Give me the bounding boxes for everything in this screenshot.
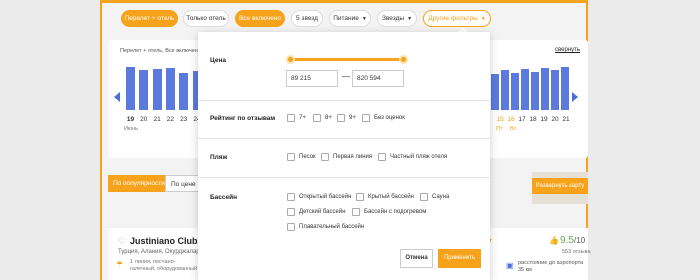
- heart-icon[interactable]: ♡: [118, 236, 126, 247]
- rating-9-label: 9+: [349, 115, 356, 121]
- rating-8-checkbox[interactable]: [313, 114, 321, 122]
- rating-section-title: Рейтинг по отзывам: [210, 115, 276, 122]
- pool-section-title: Бассейн: [210, 194, 238, 201]
- pill-5-stars[interactable]: 5 звезд: [291, 10, 323, 27]
- divider: [198, 100, 490, 101]
- price-slider-min-handle[interactable]: [286, 55, 295, 64]
- calendar-prev-arrow-icon[interactable]: [114, 92, 120, 102]
- calendar-bar[interactable]: [561, 66, 569, 110]
- beach-sand-checkbox[interactable]: [287, 153, 295, 161]
- thumbs-up-icon: 👍: [549, 236, 559, 245]
- pool-outdoor-label: Открытый бассейн: [299, 194, 352, 200]
- calendar-bar[interactable]: [165, 68, 175, 110]
- bus-icon: ▣: [506, 261, 514, 270]
- beach-sand-label: Песок: [299, 154, 316, 160]
- calendar-day[interactable]: 21: [560, 116, 572, 123]
- hotel-rating: 9.5/10: [560, 235, 585, 246]
- hotel-beach-info: 1 линия, песчано-галечный, оборудованный: [130, 259, 198, 272]
- sauna-checkbox[interactable]: [420, 193, 428, 201]
- calendar-bar[interactable]: [531, 71, 539, 110]
- price-max-input[interactable]: 820 594: [352, 70, 404, 87]
- calendar-weekday-fri: Пт: [496, 126, 503, 132]
- pill-flight-hotel[interactable]: Перелет + отель: [121, 10, 178, 27]
- apply-button[interactable]: Применить: [438, 249, 481, 268]
- calendar-day[interactable]: 21: [151, 116, 163, 123]
- pool-indoor-checkbox[interactable]: [356, 193, 364, 201]
- rating-none-label: Без оценок: [374, 115, 405, 121]
- calendar-bar[interactable]: [152, 69, 162, 110]
- umbrella-icon: ☂: [116, 260, 124, 269]
- hotel-airport-distance: расстояние до аэропорта 35 км: [518, 260, 584, 273]
- beach-first-line-label: Первая линия: [333, 154, 373, 160]
- pool-swimming-label: Плавательный бассейн: [299, 224, 365, 230]
- pill-all-inclusive[interactable]: Все включено: [235, 10, 285, 27]
- calendar-bar[interactable]: [501, 70, 509, 110]
- calendar-bar[interactable]: [541, 68, 549, 110]
- divider: [198, 177, 490, 178]
- pool-indoor-label: Крытый бассейн: [368, 194, 414, 200]
- price-range-dash: —: [342, 72, 350, 81]
- chevron-down-icon: ▼: [407, 16, 413, 22]
- rating-7-checkbox[interactable]: [287, 114, 295, 122]
- calendar-bar[interactable]: [521, 69, 529, 110]
- divider: [198, 138, 490, 139]
- pill-stars[interactable]: Звезды ▼: [377, 10, 417, 27]
- pill-meals[interactable]: Питание ▼: [329, 10, 371, 27]
- calendar-bar[interactable]: [179, 72, 189, 110]
- pill-meals-label: Питание: [333, 15, 359, 22]
- cancel-button[interactable]: Отмена: [400, 249, 433, 268]
- hotel-reviews[interactable]: 553 отзыва: [562, 249, 591, 255]
- sauna-label: Сауна: [432, 194, 450, 200]
- calendar-bar[interactable]: [511, 72, 519, 110]
- pool-outdoor-checkbox[interactable]: [287, 193, 295, 201]
- rating-7-label: 7+: [299, 115, 306, 121]
- calendar-bar[interactable]: [551, 70, 559, 110]
- rating-8-label: 8+: [325, 115, 332, 121]
- calendar-header-text: Перелет + отель, Все включено: [120, 48, 201, 54]
- top-accent-bar: [100, 0, 588, 3]
- rating-value: 9.5: [560, 235, 574, 246]
- pool-swimming-checkbox[interactable]: [287, 223, 295, 231]
- pool-kids-checkbox[interactable]: [287, 208, 295, 216]
- pill-stars-label: Звезды: [381, 15, 405, 22]
- calendar-next-arrow-icon[interactable]: [572, 92, 578, 102]
- pool-heated-checkbox[interactable]: [352, 208, 360, 216]
- price-slider-track[interactable]: [290, 58, 404, 61]
- calendar-weekday-sun: Вс: [510, 126, 517, 132]
- beach-first-line-checkbox[interactable]: [321, 153, 329, 161]
- price-slider-max-handle[interactable]: [399, 55, 408, 64]
- calendar-bar[interactable]: [139, 70, 149, 110]
- calendar-day[interactable]: 22: [164, 116, 176, 123]
- rating-of: /10: [573, 236, 586, 245]
- calendar-day[interactable]: 20: [138, 116, 150, 123]
- price-section-title: Цена: [210, 57, 226, 64]
- collapse-link[interactable]: свернуть: [555, 47, 580, 53]
- chevron-down-icon: ▼: [361, 16, 367, 22]
- calendar-month-label: Июнь: [124, 126, 138, 132]
- pool-kids-label: Детский бассейн: [299, 209, 346, 215]
- sort-price-button[interactable]: По цене: [165, 175, 202, 192]
- expand-map-button[interactable]: Развернуть карту: [532, 178, 588, 194]
- calendar-bar[interactable]: [491, 74, 499, 110]
- beach-private-label: Частный пляж отеля: [390, 154, 448, 160]
- pill-other-filters-label: Другие фильтры: [428, 15, 478, 22]
- rating-none-checkbox[interactable]: [362, 114, 370, 122]
- rating-9-checkbox[interactable]: [337, 114, 345, 122]
- beach-private-checkbox[interactable]: [378, 153, 386, 161]
- pool-heated-label: Бассейн с подогревом: [364, 209, 427, 215]
- calendar-day[interactable]: 19: [125, 116, 137, 123]
- pill-other-filters[interactable]: Другие фильтры ▼: [423, 10, 491, 27]
- hotel-location: Турция, Алания, Окурджалар: [118, 249, 200, 255]
- beach-section-title: Пляж: [210, 154, 228, 161]
- calendar-day[interactable]: 23: [178, 116, 190, 123]
- chevron-down-icon: ▼: [480, 16, 486, 22]
- calendar-bar[interactable]: [126, 66, 135, 110]
- sort-popular-button[interactable]: По популярности: [108, 175, 170, 192]
- price-min-input[interactable]: 89 215: [286, 70, 338, 87]
- pill-hotel-only[interactable]: Только отель: [183, 10, 229, 27]
